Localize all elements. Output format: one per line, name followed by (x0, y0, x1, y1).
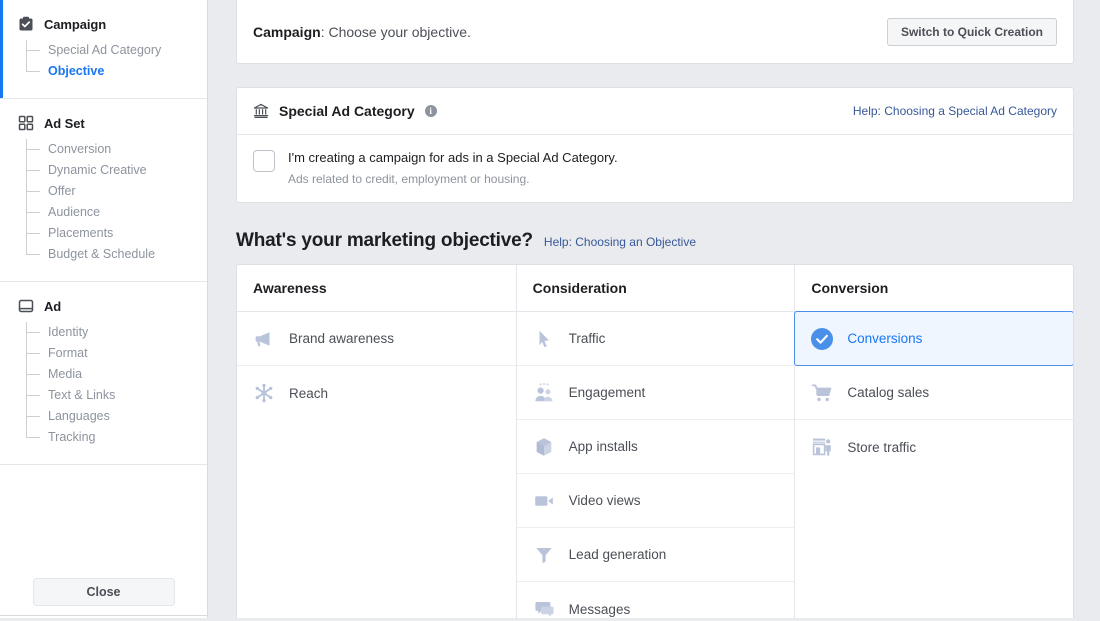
objective-option-label: Lead generation (568, 547, 667, 562)
sidebar-section-ad-set[interactable]: Ad Set Conversion Dynamic Creative Offer… (0, 98, 207, 281)
objective-option-label: Brand awareness (289, 331, 395, 346)
sidebar-item-format[interactable]: Format (26, 343, 207, 364)
objective-column-header: Conversion (795, 265, 1073, 312)
objective-option-label: Reach (289, 385, 329, 401)
objective-option-engagement[interactable]: Engagement (516, 366, 795, 420)
special-ad-category-label-group: I'm creating a campaign for ads in a Spe… (288, 149, 618, 186)
sidebar-item-languages[interactable]: Languages (26, 406, 207, 427)
special-ad-category-card: Special Ad Category i Help: Choosing a S… (236, 87, 1074, 203)
grid-squares-icon (18, 115, 34, 131)
sidebar-section-campaign[interactable]: Campaign Special Ad Category Objective (0, 0, 207, 98)
objective-option-label: Video views (568, 493, 641, 508)
help-link-special-ad-category[interactable]: Help: Choosing a Special Ad Category (853, 104, 1057, 118)
objective-option-brand-awareness[interactable]: Brand awareness (237, 312, 516, 366)
sidebar-sublist-campaign: Special Ad Category Objective (0, 40, 207, 98)
objective-column-header: Awareness (237, 265, 516, 312)
objective-option-reach[interactable]: Reach (237, 366, 516, 420)
funnel-icon (533, 544, 555, 566)
shopping-cart-icon (811, 382, 833, 404)
objective-table: Awareness Brand awareness Reach Consider… (236, 264, 1074, 621)
objective-option-label: Engagement (568, 385, 646, 400)
help-link-choosing-objective[interactable]: Help: Choosing an Objective (544, 235, 696, 249)
objective-option-catalog-sales[interactable]: Catalog sales (795, 366, 1073, 420)
objective-option-label: Catalog sales (847, 385, 930, 400)
sidebar-navigation: Campaign Special Ad Category Objective A (0, 0, 208, 618)
objective-column-awareness: Awareness Brand awareness Reach (237, 265, 516, 621)
special-ad-category-header-left: Special Ad Category i (253, 103, 437, 119)
objective-option-lead-generation[interactable]: Lead generation (516, 528, 795, 582)
sidebar-section-label: Ad Set (44, 115, 85, 131)
sidebar-section-header-ad-set[interactable]: Ad Set (0, 99, 207, 139)
campaign-creation-screen: Campaign Special Ad Category Objective A (0, 0, 1100, 621)
sidebar-item-dynamic-creative[interactable]: Dynamic Creative (26, 160, 207, 181)
reach-burst-icon (253, 382, 275, 404)
sidebar-sublist-ad-set: Conversion Dynamic Creative Offer Audien… (0, 139, 207, 281)
sidebar-item-tracking[interactable]: Tracking (26, 427, 207, 448)
close-button[interactable]: Close (32, 578, 175, 606)
check-circle-icon (811, 327, 834, 350)
close-button-wrap: Close (0, 578, 207, 606)
storefront-icon (811, 436, 833, 458)
page-title-bold: Campaign (253, 23, 321, 40)
sidebar-section-ad[interactable]: Ad Identity Format Media Text & Links La… (0, 281, 207, 464)
clipboard-check-icon (18, 16, 34, 32)
video-camera-icon (533, 490, 555, 512)
special-ad-category-header: Special Ad Category i Help: Choosing a S… (237, 88, 1073, 135)
sidebar-item-budget-schedule[interactable]: Budget & Schedule (26, 244, 207, 265)
special-ad-category-checkbox-label: I'm creating a campaign for ads in a Spe… (288, 150, 618, 165)
sidebar-sublist-ad: Identity Format Media Text & Links Langu… (0, 322, 207, 464)
sidebar-section-header-campaign[interactable]: Campaign (0, 0, 207, 40)
objective-option-label: Traffic (568, 331, 606, 346)
sidebar-item-media[interactable]: Media (26, 364, 207, 385)
objective-option-traffic[interactable]: Traffic (516, 312, 795, 366)
objective-column-header: Consideration (516, 265, 795, 312)
bank-institution-icon (253, 103, 269, 119)
sidebar-item-audience[interactable]: Audience (26, 202, 207, 223)
sidebar-section-header-ad[interactable]: Ad (0, 282, 207, 322)
objective-option-messages[interactable]: Messages (517, 582, 795, 621)
switch-to-quick-creation-button[interactable]: Switch to Quick Creation (886, 17, 1057, 46)
objective-column-conversion: Conversion Conversions Catalog sales Sto… (794, 265, 1073, 621)
objective-heading: What's your marketing objective? (236, 230, 533, 251)
sidebar-item-text-links[interactable]: Text & Links (26, 385, 207, 406)
special-ad-category-body: I'm creating a campaign for ads in a Spe… (237, 135, 1073, 202)
megaphone-icon (253, 328, 275, 350)
people-icon (533, 382, 555, 404)
sidebar-item-conversion[interactable]: Conversion (26, 139, 207, 160)
objective-column-consideration: Consideration Traffic Engagement App ins… (515, 265, 795, 621)
campaign-header-row: Campaign: Choose your objective. Switch … (237, 0, 1073, 63)
objective-option-label: App installs (568, 439, 638, 454)
campaign-header-card: Campaign: Choose your objective. Switch … (236, 0, 1074, 64)
window-frame-icon (18, 298, 34, 314)
objective-option-app-installs[interactable]: App installs (516, 420, 795, 474)
chat-bubbles-icon (533, 598, 555, 620)
sidebar-item-special-ad-category[interactable]: Special Ad Category (26, 40, 207, 61)
sidebar-section-label: Ad (44, 298, 62, 314)
special-ad-category-checkbox[interactable] (253, 150, 275, 172)
cube-box-icon (533, 436, 555, 458)
main-content: Campaign: Choose your objective. Switch … (236, 0, 1074, 621)
objective-option-label: Messages (568, 601, 631, 617)
objective-option-label: Conversions (847, 331, 923, 346)
sidebar-item-offer[interactable]: Offer (26, 181, 207, 202)
cursor-arrow-icon (533, 328, 555, 350)
special-ad-category-title: Special Ad Category (279, 103, 415, 119)
objective-option-label: Store traffic (847, 439, 917, 455)
sidebar-item-identity[interactable]: Identity (26, 322, 207, 343)
special-ad-category-checkbox-sublabel: Ads related to credit, employment or hou… (288, 172, 530, 186)
objective-option-video-views[interactable]: Video views (516, 474, 795, 528)
page-title-rest: : Choose your objective. (320, 23, 471, 40)
sidebar-item-objective[interactable]: Objective (26, 61, 207, 82)
objective-option-conversions[interactable]: Conversions (794, 311, 1073, 366)
objective-option-store-traffic[interactable]: Store traffic (795, 420, 1073, 474)
sidebar-section-label: Campaign (44, 16, 107, 32)
info-icon[interactable]: i (424, 105, 437, 117)
page-title: Campaign: Choose your objective. (253, 24, 471, 40)
sidebar-item-placements[interactable]: Placements (26, 223, 207, 244)
objective-heading-row: What's your marketing objective? Help: C… (236, 230, 1074, 252)
sidebar-spacer (0, 464, 207, 594)
